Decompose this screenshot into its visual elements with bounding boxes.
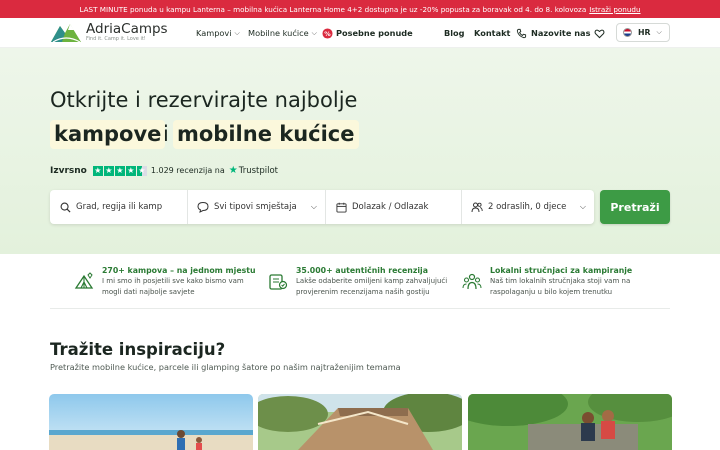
nav-mobilne-kucice[interactable]: Mobilne kućice ⌵ [248,18,317,48]
star-icon: ★ [114,165,125,176]
favorites-button[interactable] [594,18,605,48]
main-header: AdriaCamps Find it. Camp it. Love it! Ka… [0,18,720,48]
star-icon: ★ [92,165,103,176]
trustpilot-star-icon: ★ [228,165,238,176]
inspiration-title: Tražite inspiraciju? [50,340,226,359]
heart-icon [594,29,605,38]
trustpilot-name: Trustpilot [238,165,278,176]
feature-description: Naš tim lokalnih stručnjaka stoji vam na [490,277,631,285]
calendar-icon [334,202,348,213]
feature-description: provjerenim recenzijama naših gostiju [296,288,430,296]
feature-description: raspolaganju u bilo kojem trenutku [490,288,613,296]
feature-description: I mi smo ih posjetili sve kako bismo vam [102,277,244,285]
feature-description: Lakše odaberite omiljeni kamp zahvaljuju… [296,277,448,285]
dates-picker[interactable]: Dolazak / Odlazak [326,190,462,224]
feature-description: mogli dati najbolje savjete [102,288,195,296]
hero-highlight-mobilne: mobilne kućice [173,120,359,149]
inspiration-card-beach[interactable] [49,394,253,450]
feature-reviews: 35.000+ autentičnih recenzija Lakše odab… [268,266,447,297]
star-icon: ★ [103,165,114,176]
destination-input[interactable]: Grad, regija ili kamp [50,190,188,224]
chevron-down-icon: ⌵ [579,202,586,211]
guests-icon [470,201,484,213]
search-button[interactable]: Pretraži [600,190,670,224]
reviews-icon [269,274,288,290]
chevron-down-icon: ⌵ [311,28,317,37]
logo[interactable]: AdriaCamps Find it. Camp it. Love it! [50,20,168,44]
nav-kampovi-label: Kampovi [196,28,232,38]
guests-select[interactable]: 2 odraslih, 0 djece ⌵ [462,190,594,224]
logo-name: AdriaCamps [86,20,168,37]
search-bar: Grad, regija ili kamp Svi tipovi smješta… [50,190,594,224]
rating-label: Izvrsno [50,165,87,176]
hero-heading-line1: Otkrijte i rezervirajte najbolje [50,88,358,112]
glamping-tent-image [258,394,462,450]
rating-stars: ★ ★ ★ ★ ★ [92,165,147,176]
dates-value: Dolazak / Odlazak [352,202,429,212]
feature-title: 35.000+ autentičnih recenzija [296,266,428,275]
star-icon: ★ [125,165,136,176]
chevron-down-icon: ⌵ [310,202,317,211]
feature-local-experts: Lokalni stručnjaci za kampiranje Naš tim… [462,266,632,297]
section-divider [50,308,670,309]
promo-bar: LAST MINUTE ponuda u kampu Lanterna – mo… [0,0,720,18]
nav-posebne-ponude[interactable]: % Posebne ponude [322,18,413,48]
inspiration-subtitle: Pretražite mobilne kućice, parcele ili g… [50,362,401,372]
language-label: HR [638,28,651,37]
nav-kontakt[interactable]: Kontakt [474,18,510,48]
logo-mountain-icon [51,24,81,43]
croatia-flag-icon [623,28,632,37]
discount-badge-icon: % [322,27,333,39]
quad-bike-image [468,394,672,450]
chat-bubble-icon [196,201,210,213]
nav-posebne-label: Posebne ponude [336,28,413,38]
feature-campsites: 270+ kampova – na jednom mjestu I mi smo… [74,266,256,297]
guests-value: 2 odraslih, 0 djece [488,202,567,212]
hero-highlight-kampove: kampove [50,120,166,149]
nav-mobilne-label: Mobilne kućice [248,28,309,38]
trustpilot-logo: ★ Trustpilot [229,165,278,176]
nav-blog[interactable]: Blog [444,18,465,48]
team-icon [462,273,482,290]
language-selector[interactable]: HR ⌵ [616,23,670,42]
svg-text:%: % [324,29,331,37]
trustpilot-rating[interactable]: Izvrsno ★ ★ ★ ★ ★ 1.029 recenzija na ★ T… [50,165,278,176]
inspiration-card-glamping[interactable] [258,394,462,450]
beach-family-image [49,394,253,450]
nav-blog-label: Blog [444,28,465,38]
hero-connector: i [163,122,169,146]
accommodation-type-select[interactable]: Svi tipovi smještaja ⌵ [188,190,326,224]
nav-kontakt-label: Kontakt [474,28,511,38]
destination-placeholder: Grad, regija ili kamp [76,202,163,212]
accommodation-type-value: Svi tipovi smještaja [214,202,297,212]
search-icon [58,202,72,213]
nav-nazovite-nas[interactable]: Nazovite nas [516,18,590,48]
star-half-icon: ★ [136,165,147,176]
feature-title: Lokalni stručnjaci za kampiranje [490,266,633,275]
logo-tagline: Find it. Camp it. Love it! [86,35,146,42]
promo-link[interactable]: Istraži ponudu [589,5,640,14]
phone-icon [516,28,527,38]
chevron-down-icon: ⌵ [234,28,240,37]
inspiration-card-adventure[interactable] [468,394,672,450]
chevron-down-icon: ⌵ [656,28,662,36]
nav-kampovi[interactable]: Kampovi ⌵ [196,18,240,48]
tent-map-icon [74,272,94,289]
rating-count: 1.029 recenzija na [150,166,225,175]
nav-nazovite-label: Nazovite nas [531,28,591,38]
feature-title: 270+ kampova – na jednom mjestu [102,266,256,275]
promo-text: LAST MINUTE ponuda u kampu Lanterna – mo… [79,4,587,14]
